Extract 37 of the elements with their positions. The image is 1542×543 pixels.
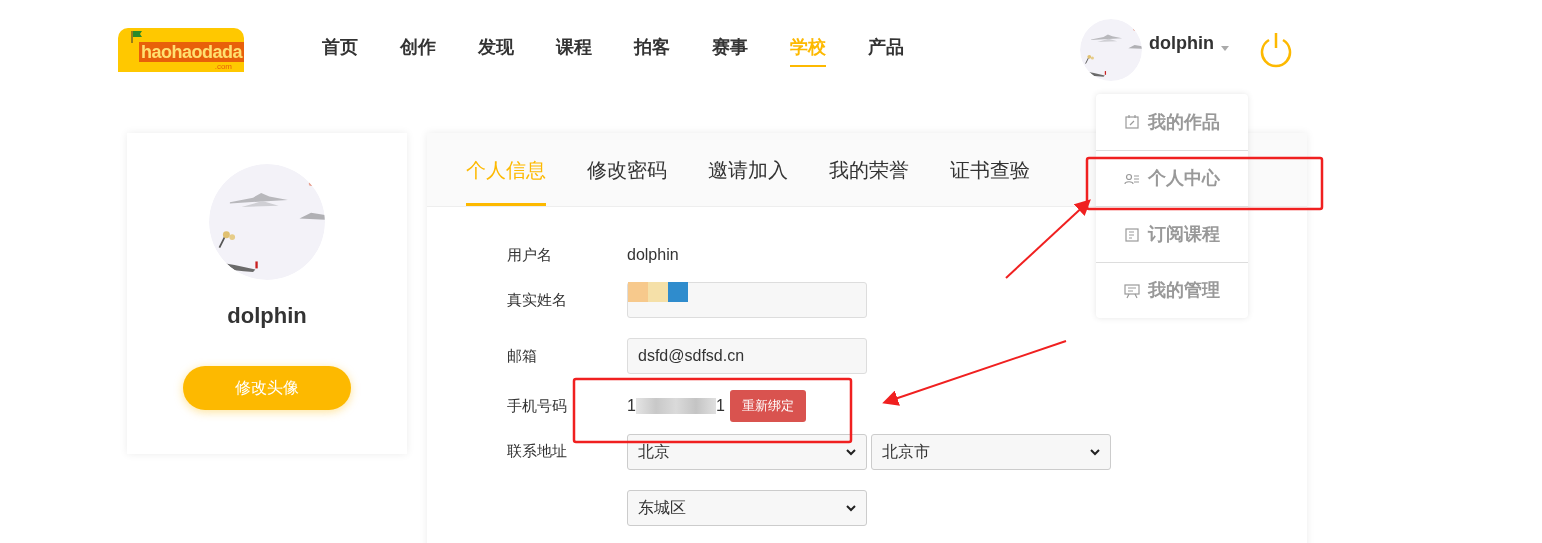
book-icon [1124,226,1140,243]
field-label: 真实姓名 [507,289,568,310]
phone-number-end: 1 [715,396,725,416]
username-value: dolphin [627,245,679,265]
dropdown-select[interactable]: 北京 [627,434,867,470]
calendar-icon [1124,114,1140,130]
nav-link[interactable]: 首页 [322,33,358,67]
redaction-drawing [628,282,688,302]
email-field[interactable]: dsfd@sdfsd.cn [627,338,867,374]
chevron-down-icon [1090,448,1100,456]
nav-link[interactable]: 拍客 [634,33,670,67]
field-label: 用户名 [507,244,553,265]
nav-link[interactable]: 创作 [400,33,436,67]
field-label: 邮箱 [507,345,538,366]
tab[interactable]: 邀请加入 [708,133,788,206]
field-label: 手机号码 [507,395,568,416]
rebind-button[interactable]: 重新绑定 [729,390,806,422]
nav-link[interactable]: 发现 [478,33,514,67]
field-label: 联系地址 [507,441,568,461]
chevron-down-icon [846,504,856,512]
real-name-field[interactable] [627,282,867,318]
nav-link[interactable]: 课程 [556,33,592,67]
flag-icon [130,30,144,44]
tab[interactable]: 修改密码 [587,133,667,206]
nav-link[interactable]: 产品 [868,33,904,67]
dropdown-select[interactable]: 东城区 [627,490,867,526]
phone-number-start: 1 [627,396,636,416]
caret-icon [1221,45,1229,51]
chevron-down-icon [846,448,856,456]
tab[interactable]: 我的荣誉 [829,133,909,206]
dropdown-select[interactable]: 北京市 [871,434,1111,470]
presentation-icon [1124,282,1140,299]
nav-link[interactable]: 赛事 [712,33,748,67]
tab[interactable]: 证书查验 [950,133,1030,206]
user-menu-toggle[interactable]: dolphin [1080,19,1229,81]
profile-name: dolphin [227,302,307,330]
power-icon[interactable] [1259,31,1293,69]
